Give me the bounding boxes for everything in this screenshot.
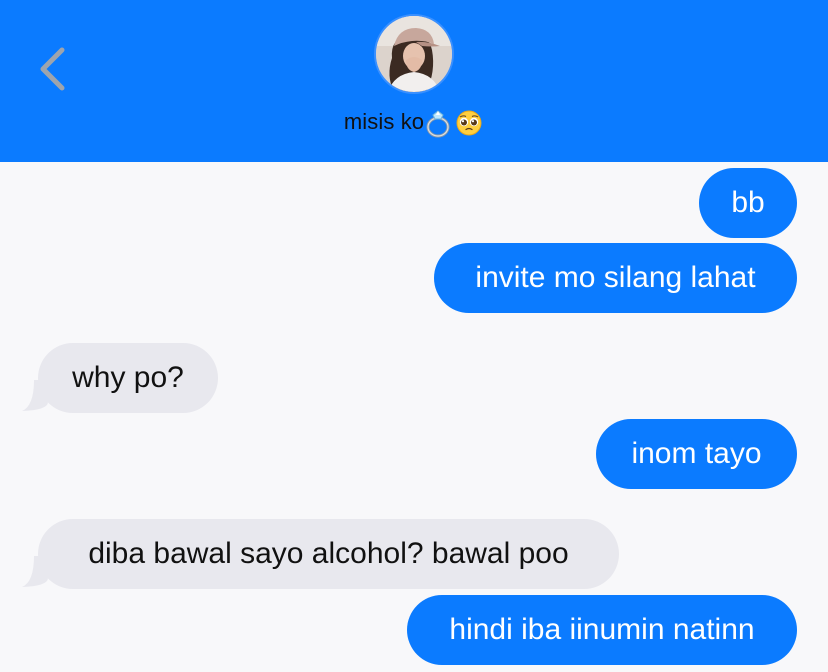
message-bubble-received[interactable]: diba bawal sayo alcohol? bawal poo (38, 519, 619, 589)
message-text: why po? (72, 361, 184, 394)
contact-name-row[interactable]: misis ko (0, 102, 828, 142)
contact-name: misis ko (343, 109, 425, 134)
back-chevron-icon (40, 47, 65, 91)
message-bubble-sent[interactable]: hindi iba iinumin natinn (407, 595, 797, 665)
message-bubble-sent[interactable]: invite mo silang lahat (434, 243, 797, 313)
message-text: invite mo silang lahat (475, 261, 756, 294)
message-text: diba bawal sayo alcohol? bawal poo (88, 537, 569, 570)
chat-header: misis ko (0, 0, 828, 162)
avatar[interactable] (374, 14, 454, 94)
back-button[interactable] (34, 42, 74, 96)
message-bubble-sent[interactable]: bb (699, 168, 797, 238)
message-text: bb (731, 186, 765, 219)
pleading-face-icon (454, 106, 484, 138)
ring-icon (424, 106, 454, 138)
message-bubble-received[interactable]: why po? (38, 343, 218, 413)
message-text: inom tayo (631, 437, 762, 470)
message-text: hindi iba iinumin natinn (449, 613, 755, 646)
avatar-photo (376, 16, 452, 92)
message-bubble-sent[interactable]: inom tayo (596, 419, 797, 489)
